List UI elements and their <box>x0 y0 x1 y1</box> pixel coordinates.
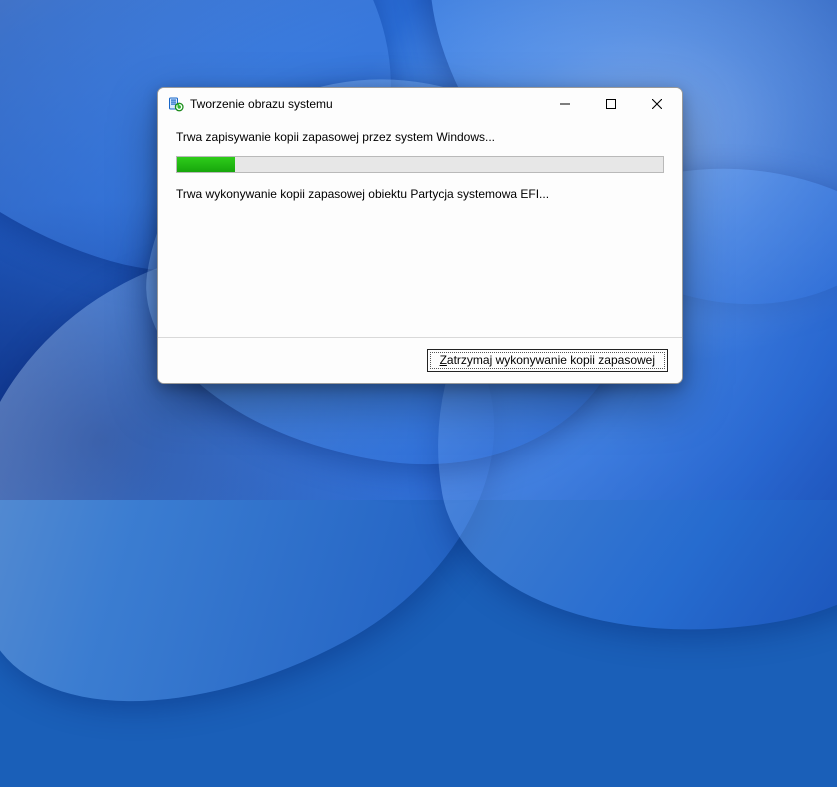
backup-progress-bar <box>176 156 664 173</box>
minimize-button[interactable] <box>542 88 588 120</box>
window-controls <box>542 88 680 120</box>
system-image-backup-dialog: Tworzenie obrazu systemu Trwa zapisywani… <box>157 87 683 384</box>
window-title: Tworzenie obrazu systemu <box>190 97 542 111</box>
stop-button-mnemonic: Z <box>440 353 447 367</box>
dialog-footer: Zatrzymaj wykonywanie kopii zapasowej <box>158 337 682 383</box>
backup-detail-text: Trwa wykonywanie kopii zapasowej obiektu… <box>176 187 664 201</box>
stop-backup-button[interactable]: Zatrzymaj wykonywanie kopii zapasowej <box>427 349 668 372</box>
titlebar[interactable]: Tworzenie obrazu systemu <box>158 88 682 120</box>
dialog-content: Trwa zapisywanie kopii zapasowej przez s… <box>158 120 682 337</box>
stop-button-label-rest: atrzymaj wykonywanie kopii zapasowej <box>447 353 655 367</box>
backup-status-text: Trwa zapisywanie kopii zapasowej przez s… <box>176 130 664 144</box>
backup-progress-fill <box>177 157 235 172</box>
close-button[interactable] <box>634 88 680 120</box>
backup-restore-icon <box>168 96 184 112</box>
maximize-button[interactable] <box>588 88 634 120</box>
